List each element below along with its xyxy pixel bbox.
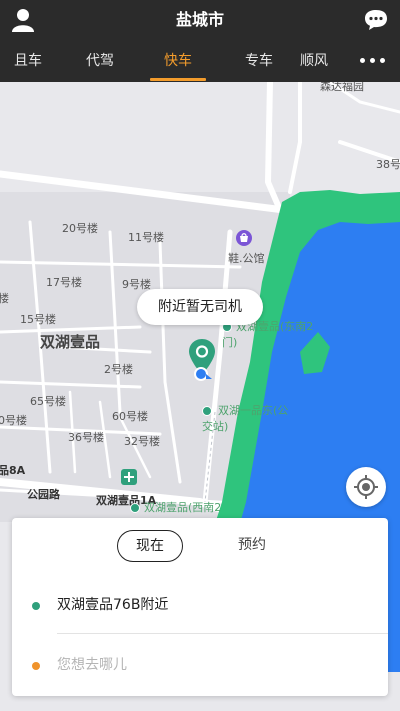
map-label-top: 森达福园 bbox=[320, 82, 364, 93]
tab-rental[interactable]: 且车 bbox=[0, 40, 44, 82]
destination-dot-icon bbox=[32, 662, 40, 670]
map-label-building-38: 38号楼 bbox=[376, 158, 400, 171]
service-tabs: 且车 代驾 快车 专车 顺风 bbox=[0, 40, 400, 82]
pickup-location: 双湖壹品76B附近 bbox=[57, 597, 169, 613]
map-label-building-15: 15号楼 bbox=[20, 313, 56, 326]
mode-reserve-button[interactable]: 预约 bbox=[220, 530, 284, 560]
map-label-southeast-gate-2: 门) bbox=[222, 336, 238, 349]
tab-hitch[interactable]: 顺风 bbox=[300, 40, 344, 82]
active-tab-indicator bbox=[150, 78, 206, 81]
map-label-building-32: 32号楼 bbox=[124, 435, 160, 448]
map-label-bus-stop-2: 交站) bbox=[202, 420, 229, 433]
tab-express[interactable]: 快车 bbox=[150, 40, 206, 82]
map-label-shop: 鞋.公馆 bbox=[228, 252, 265, 265]
map-label-southwest-gate: 双湖壹品(西南2 bbox=[144, 501, 222, 514]
map-label-building-65: 65号楼 bbox=[30, 395, 66, 408]
pickup-dot-icon bbox=[32, 602, 40, 610]
row-divider bbox=[57, 633, 388, 634]
map-label-building-11: 11号楼 bbox=[128, 231, 164, 244]
map-label-community: 双湖壹品 bbox=[40, 333, 101, 351]
map-label-building-2: 2号楼 bbox=[104, 363, 133, 376]
shopping-icon bbox=[236, 230, 252, 246]
map-label-road: 公园路 bbox=[27, 488, 60, 501]
ride-request-panel: 现在 预约 双湖壹品76B附近 您想去哪儿 bbox=[12, 518, 388, 696]
map-label-bus-stop-1: 双湖一品东(公 bbox=[218, 404, 289, 417]
pickup-row[interactable]: 双湖壹品76B附近 bbox=[12, 580, 388, 630]
nearby-driver-bubble: 附近暂无司机 bbox=[137, 289, 263, 325]
map-label-building-0: 0号楼 bbox=[0, 414, 27, 427]
crosshair-icon bbox=[354, 475, 378, 499]
map-label-building-60: 60号楼 bbox=[112, 410, 148, 423]
mode-now-button[interactable]: 现在 bbox=[117, 530, 183, 562]
map-label-pin8a: 品8A bbox=[0, 464, 26, 477]
poi-dot-southwest-gate bbox=[130, 503, 140, 513]
more-icon[interactable] bbox=[360, 58, 386, 66]
destination-input[interactable]: 您想去哪儿 bbox=[57, 654, 127, 674]
tab-designated-driver[interactable]: 代驾 bbox=[72, 40, 128, 82]
city-title[interactable]: 盐城市 bbox=[0, 0, 400, 40]
map-label-building-36: 36号楼 bbox=[68, 431, 104, 444]
locate-button[interactable] bbox=[346, 467, 386, 507]
map-label-building-edge: 楼 bbox=[0, 292, 9, 305]
map-label-building-20: 20号楼 bbox=[62, 222, 98, 235]
title-bar: 盐城市 bbox=[0, 0, 400, 40]
message-icon[interactable] bbox=[362, 7, 390, 33]
destination-row[interactable]: 您想去哪儿 bbox=[12, 640, 388, 690]
poi-dot-bus-stop bbox=[202, 406, 212, 416]
hospital-icon bbox=[121, 469, 137, 485]
map-label-building-17: 17号楼 bbox=[46, 276, 82, 289]
tab-premier[interactable]: 专车 bbox=[231, 40, 287, 82]
